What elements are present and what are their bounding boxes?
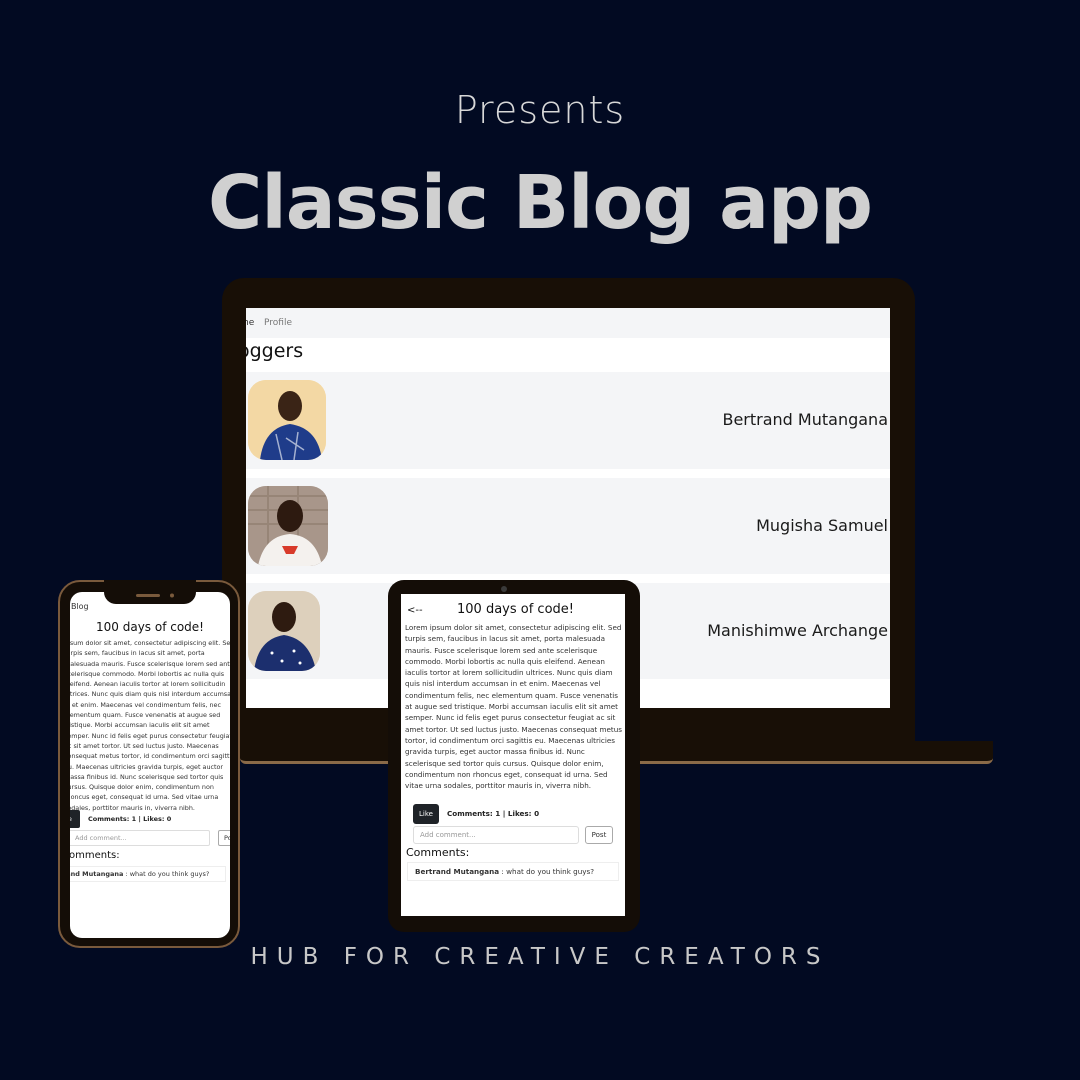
comment-item: Bertrand Mutangana : what do you think g…	[407, 862, 619, 881]
post-comment-button[interactable]: Po	[218, 830, 230, 846]
comment-text: : what do you think guys?	[499, 867, 595, 876]
avatar	[248, 380, 326, 460]
post-body: Lorem ipsum dolor sit amet, consectetur …	[405, 623, 623, 791]
comment-text: : what do you think guys?	[123, 870, 210, 878]
phone-screen: c Blog 100 days of code! ipsum dolor sit…	[70, 592, 230, 938]
laptop-navbar: me Profile	[246, 308, 890, 338]
presents-label: Presents	[454, 88, 626, 132]
nav-link-home[interactable]: me	[246, 318, 254, 328]
post-comment-button[interactable]: Post	[585, 826, 613, 844]
comment-input[interactable]: Add comment...	[413, 826, 579, 844]
post-title: 100 days of code!	[96, 620, 204, 634]
nav-link-profile[interactable]: Profile	[264, 318, 292, 328]
avatar-photo-icon	[248, 380, 326, 460]
user-name[interactable]: Manishimwe Archange	[707, 621, 888, 640]
avatar-photo-icon	[248, 591, 320, 671]
comment-input[interactable]: Add comment...	[70, 830, 210, 846]
headline: Classic Blog app	[208, 160, 873, 246]
back-link[interactable]: <--	[407, 605, 423, 616]
comments-heading: Comments:	[70, 850, 120, 861]
post-stats: Comments: 1 | Likes: 0	[88, 815, 172, 823]
navbar-brand[interactable]: c Blog	[70, 602, 89, 611]
tablet-camera-icon	[501, 586, 507, 592]
post-stats: Comments: 1 | Likes: 0	[447, 809, 540, 818]
like-button[interactable]: Like	[413, 804, 439, 824]
page-title: oggers	[246, 340, 304, 362]
user-row[interactable]: Bertrand Mutangana	[246, 372, 890, 469]
comment-author: Bertrand Mutangana	[415, 867, 500, 876]
tablet-screen: <-- 100 days of code! Lorem ipsum dolor …	[401, 594, 625, 916]
phone-speaker-icon	[136, 593, 174, 598]
post-title: 100 days of code!	[457, 602, 574, 617]
avatar	[248, 591, 320, 671]
comment-author: rand Mutangana	[70, 870, 124, 878]
user-row[interactable]: Mugisha Samuel	[246, 478, 890, 574]
user-name[interactable]: Bertrand Mutangana	[722, 410, 888, 429]
user-name[interactable]: Mugisha Samuel	[756, 516, 888, 535]
like-button[interactable]: e	[70, 810, 80, 828]
phone-notch	[104, 580, 196, 604]
avatar-photo-icon	[248, 486, 328, 566]
avatar	[248, 486, 328, 566]
comments-heading: Comments:	[406, 846, 470, 859]
comment-item: rand Mutangana : what do you think guys?	[70, 866, 226, 882]
post-body: ipsum dolor sit amet, consectetur adipis…	[70, 639, 230, 812]
